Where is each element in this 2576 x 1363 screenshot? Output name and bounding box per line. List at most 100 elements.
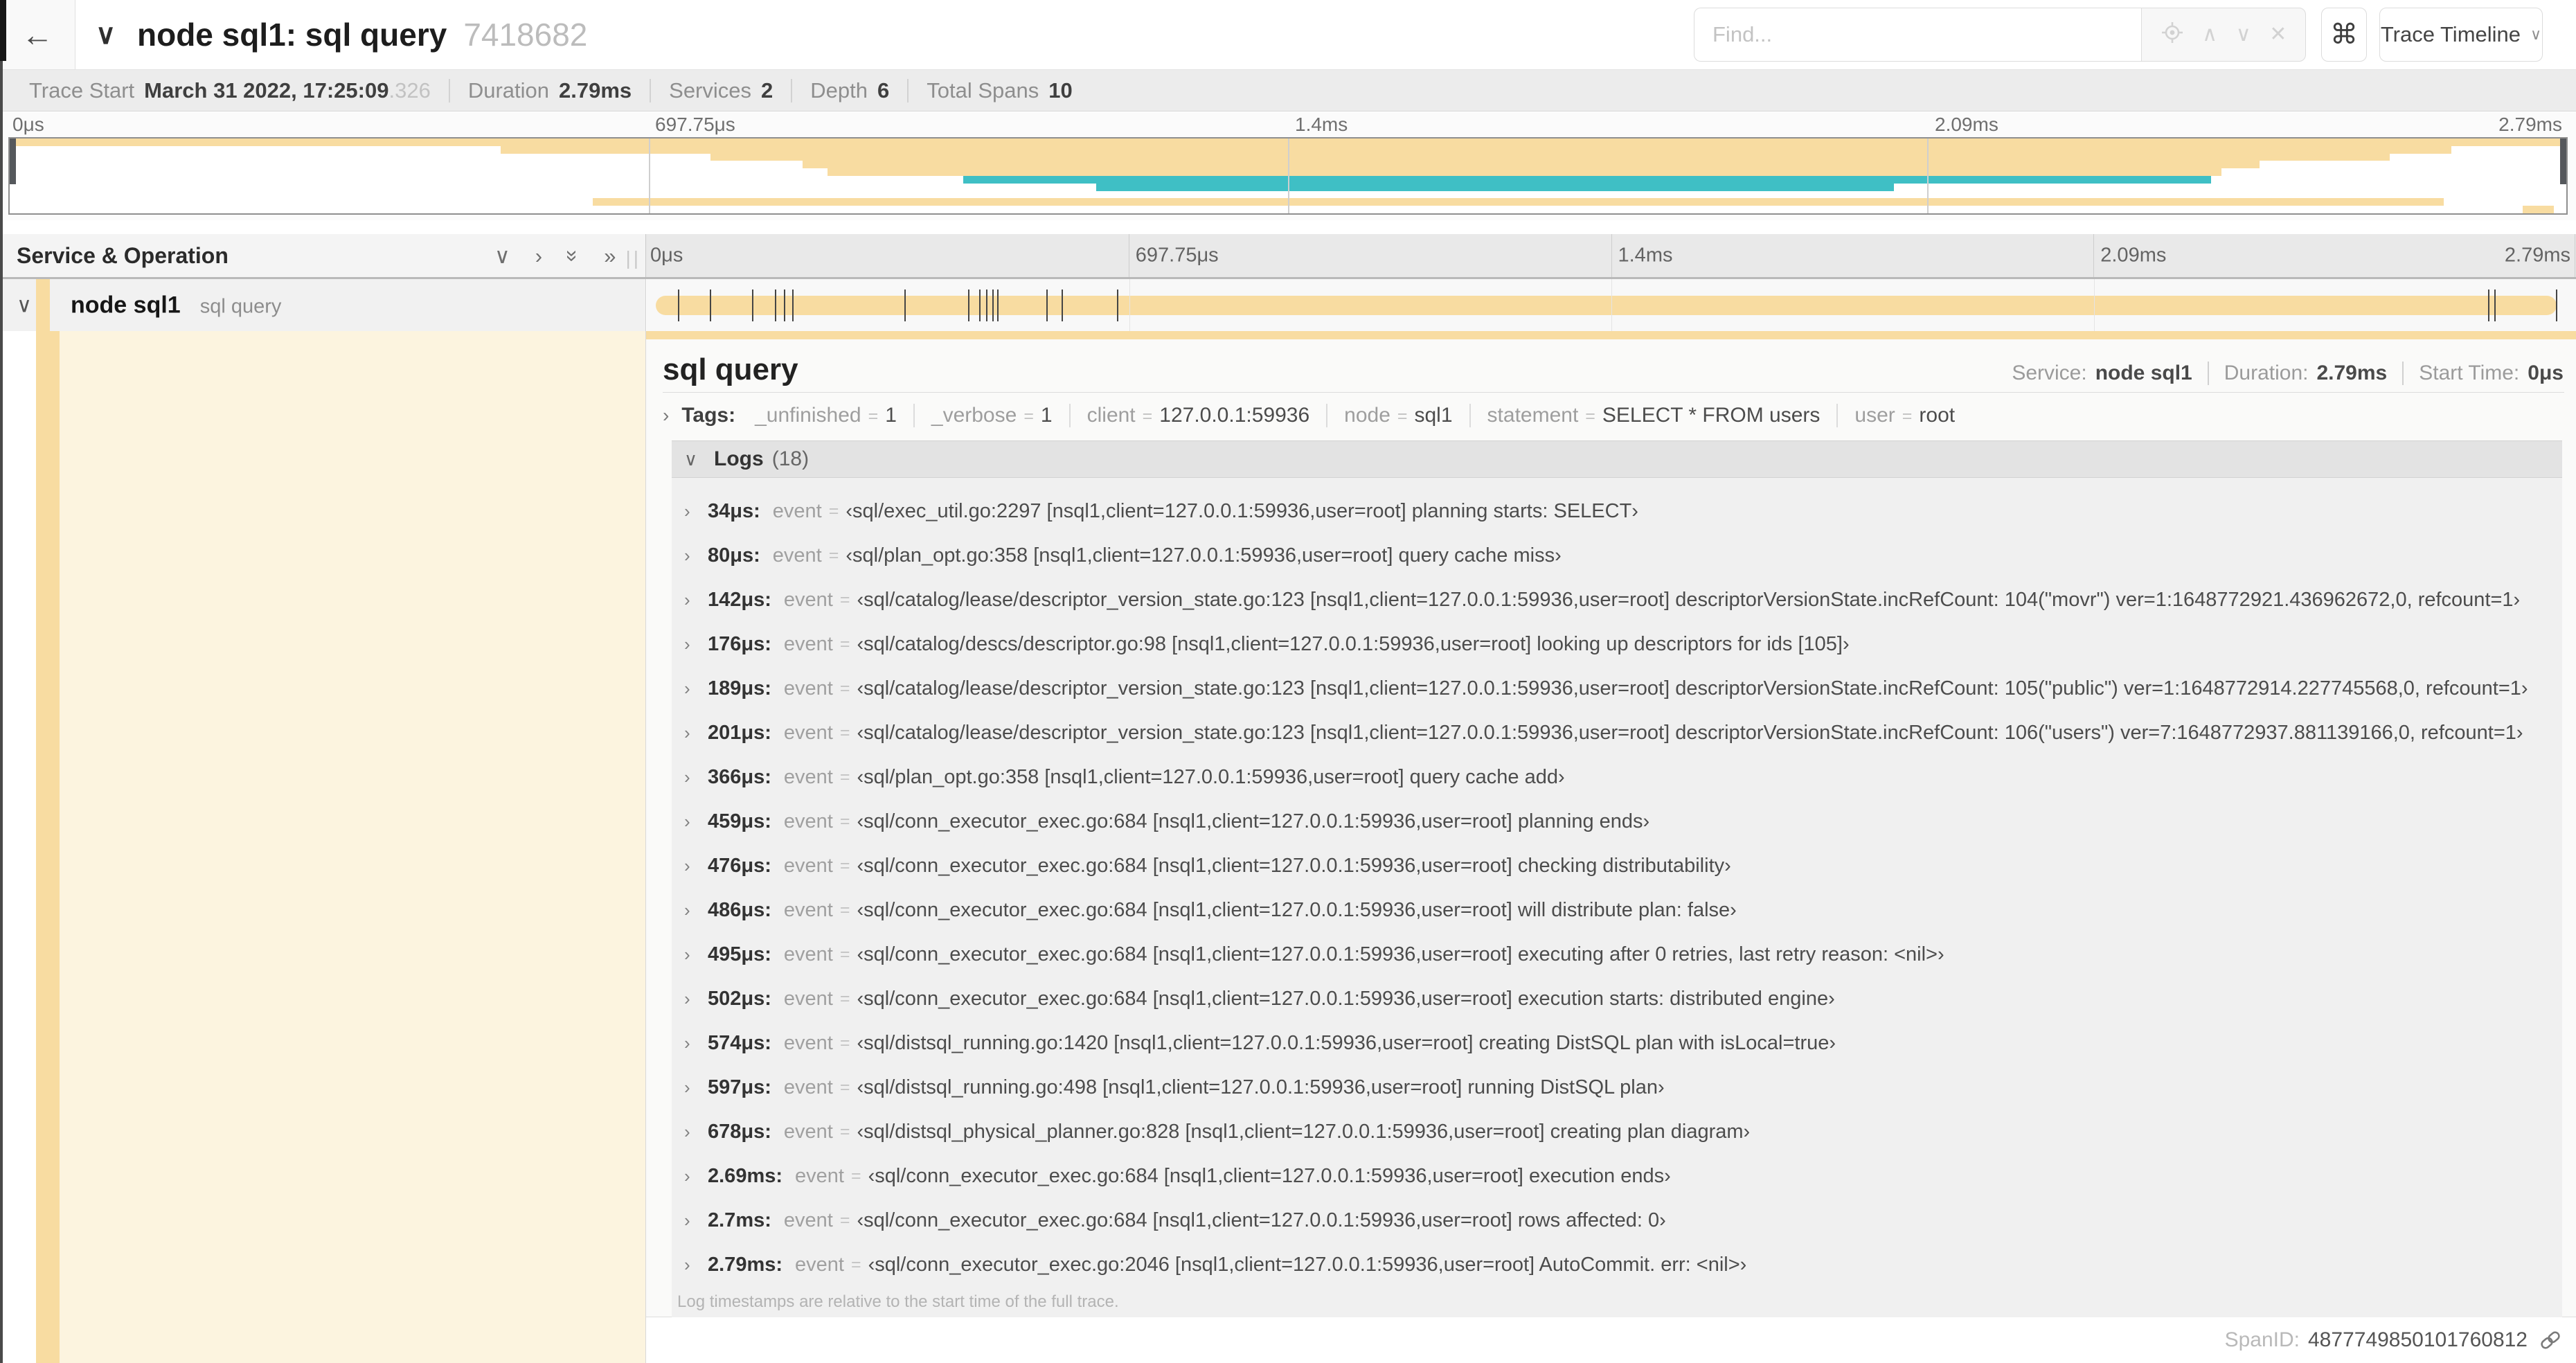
keyboard-shortcuts-button[interactable]: ⌘ <box>2321 8 2367 62</box>
logs-header[interactable]: ∨ Logs (18) <box>672 440 2562 478</box>
chevron-down-icon: ∨ <box>96 19 116 50</box>
tags-label: Tags: <box>681 404 736 427</box>
log-value: ‹sql/plan_opt.go:358 [nsql1,client=127.0… <box>857 765 1565 788</box>
log-key: event <box>783 1031 833 1054</box>
log-key: event <box>783 810 833 832</box>
collapse-all-icon[interactable]: » <box>561 249 585 261</box>
meta-label: Trace Start <box>29 78 135 103</box>
equals-sign: = <box>839 944 850 964</box>
column-resize-grip[interactable]: || <box>625 247 641 269</box>
log-row[interactable]: › 459μs: event = ‹sql/conn_executor_exec.go:… <box>672 799 2562 844</box>
window-edge-notch <box>0 0 6 61</box>
log-row[interactable]: › 80μs: event = ‹sql/plan_opt.go:358 [nsql1,… <box>672 533 2562 578</box>
tags-row[interactable]: › Tags: _unfinished = 1 _verbose = 1 client = 12… <box>663 398 1971 434</box>
span-detail-title: sql query <box>663 353 798 386</box>
log-marker-tick <box>678 289 680 321</box>
find-input[interactable] <box>1694 8 2141 62</box>
log-value: ‹sql/catalog/lease/descriptor_version_st… <box>857 588 2521 611</box>
tag-key: client <box>1086 404 1136 427</box>
minimap-gridline <box>1927 139 1929 213</box>
locate-icon[interactable] <box>2161 21 2184 48</box>
log-marker-tick <box>751 289 753 321</box>
equals-sign: = <box>1902 407 1913 426</box>
log-row[interactable]: › 34μs: event = ‹sql/exec_util.go:2297 [nsql… <box>672 489 2562 533</box>
log-key: event <box>783 1120 833 1143</box>
trace-view-select[interactable]: Trace Timeline ∨ <box>2379 8 2543 62</box>
meta-value: March 31 2022, 17:25:09.326 <box>144 78 431 103</box>
trace-name: node sql1: sql query <box>137 17 447 53</box>
ruler-tick-label: 1.4ms <box>1618 244 1673 267</box>
tag-key: _verbose <box>931 404 1017 427</box>
trace-meta-item: Total Spans 10 <box>907 78 1090 103</box>
minimap-canvas[interactable] <box>8 137 2568 215</box>
equals-sign: = <box>1142 407 1153 426</box>
span-service-name: node sql1 sql query <box>71 292 281 319</box>
log-marker-tick <box>986 289 988 321</box>
log-row[interactable]: › 201μs: event = ‹sql/catalog/lease/descript… <box>672 711 2562 755</box>
log-timestamp: 486μs: <box>708 898 771 921</box>
tag-item: statement = SELECT * FROM users <box>1469 404 1837 427</box>
collapse-one-icon[interactable]: ∨ <box>494 245 510 267</box>
span-expand-chevron-icon[interactable]: ∨ <box>17 293 32 317</box>
log-row[interactable]: › 502μs: event = ‹sql/conn_executor_exec.go:… <box>672 977 2562 1021</box>
log-row[interactable]: › 189μs: event = ‹sql/catalog/lease/descript… <box>672 666 2562 711</box>
log-timestamp: 142μs: <box>708 588 771 611</box>
log-row[interactable]: › 678μs: event = ‹sql/distsql_physical_plann… <box>672 1110 2562 1154</box>
find-next-icon[interactable]: ∨ <box>2236 24 2251 45</box>
log-row[interactable]: › 597μs: event = ‹sql/distsql_running.go:498… <box>672 1065 2562 1110</box>
log-key: event <box>783 854 833 877</box>
log-row[interactable]: › 142μs: event = ‹sql/catalog/lease/descript… <box>672 578 2562 622</box>
log-timestamp: 476μs: <box>708 854 771 877</box>
log-row[interactable]: › 2.79ms: event = ‹sql/conn_executor_exec.go… <box>672 1242 2562 1287</box>
equals-sign: = <box>839 722 850 742</box>
link-icon[interactable] <box>2539 1328 2562 1352</box>
span-operation-name: sql query <box>199 295 282 317</box>
log-marker-tick <box>2487 289 2489 321</box>
left-scrubber-handle[interactable] <box>10 139 16 184</box>
log-row[interactable]: › 176μs: event = ‹sql/catalog/descs/descript… <box>672 622 2562 666</box>
detail-meta-value: 0μs <box>2528 362 2564 384</box>
span-bar[interactable] <box>656 289 2557 321</box>
ruler-tick-label: 697.75μs <box>1135 244 1219 267</box>
log-row[interactable]: › 2.69ms: event = ‹sql/conn_executor_exec.go… <box>672 1154 2562 1198</box>
tag-value: SELECT * FROM users <box>1602 404 1821 427</box>
log-timestamp: 2.7ms: <box>708 1209 771 1231</box>
equals-sign: = <box>1023 407 1034 426</box>
expand-all-icon[interactable]: » <box>604 245 616 267</box>
tag-key: _unfinished <box>755 404 861 427</box>
chevron-right-icon: › <box>684 1032 690 1053</box>
log-row[interactable]: › 486μs: event = ‹sql/conn_executor_exec.go:… <box>672 888 2562 932</box>
meta-value: 2.79ms <box>559 78 632 103</box>
chevron-down-icon: ∨ <box>2530 26 2542 43</box>
meta-value: 2 <box>761 78 773 103</box>
right-scrubber-handle[interactable] <box>2560 139 2566 184</box>
row-gridline <box>1611 279 1612 331</box>
back-button[interactable]: ← <box>0 0 75 69</box>
log-marker-tick <box>1117 289 1119 321</box>
log-row[interactable]: › 2.7ms: event = ‹sql/conn_executor_exec.go:… <box>672 1198 2562 1242</box>
chevron-right-icon: › <box>684 943 690 965</box>
span-row-name-column[interactable]: ∨ node sql1 sql query <box>0 279 646 331</box>
chevron-right-icon: › <box>684 589 690 610</box>
log-row[interactable]: › 574μs: event = ‹sql/distsql_running.go:142… <box>672 1021 2562 1065</box>
log-row[interactable]: › 495μs: event = ‹sql/conn_executor_exec.go:… <box>672 932 2562 977</box>
log-marker-tick <box>1046 289 1048 321</box>
expand-one-icon[interactable]: › <box>535 245 542 267</box>
equals-sign: = <box>839 589 850 609</box>
ruler-gridline <box>2093 234 2095 277</box>
find-prev-icon[interactable]: ∧ <box>2202 24 2217 45</box>
equals-sign: = <box>839 634 850 654</box>
meta-extra-fraction: .326 <box>388 78 431 103</box>
find-clear-icon[interactable]: ✕ <box>2269 24 2287 45</box>
log-key: event <box>795 1164 844 1187</box>
log-row[interactable]: › 366μs: event = ‹sql/plan_opt.go:358 [nsql1… <box>672 755 2562 799</box>
log-row[interactable]: › 476μs: event = ‹sql/conn_executor_exec.go:… <box>672 844 2562 888</box>
log-key: event <box>783 1076 833 1098</box>
tree-controls: ∨ › » » <box>494 245 616 267</box>
tag-value: root <box>1919 404 1956 427</box>
trace-meta-item: Trace Start March 31 2022, 17:25:09.326 <box>11 78 449 103</box>
span-row[interactable]: ∨ node sql1 sql query <box>0 279 2576 331</box>
trace-collapse-toggle[interactable]: ∨ <box>96 0 116 69</box>
ruler-gridline <box>1611 234 1612 277</box>
trace-header: ← ∨ node sql1: sql query 7418682 ∧ ∨ ✕ ⌘ <box>0 0 2576 70</box>
